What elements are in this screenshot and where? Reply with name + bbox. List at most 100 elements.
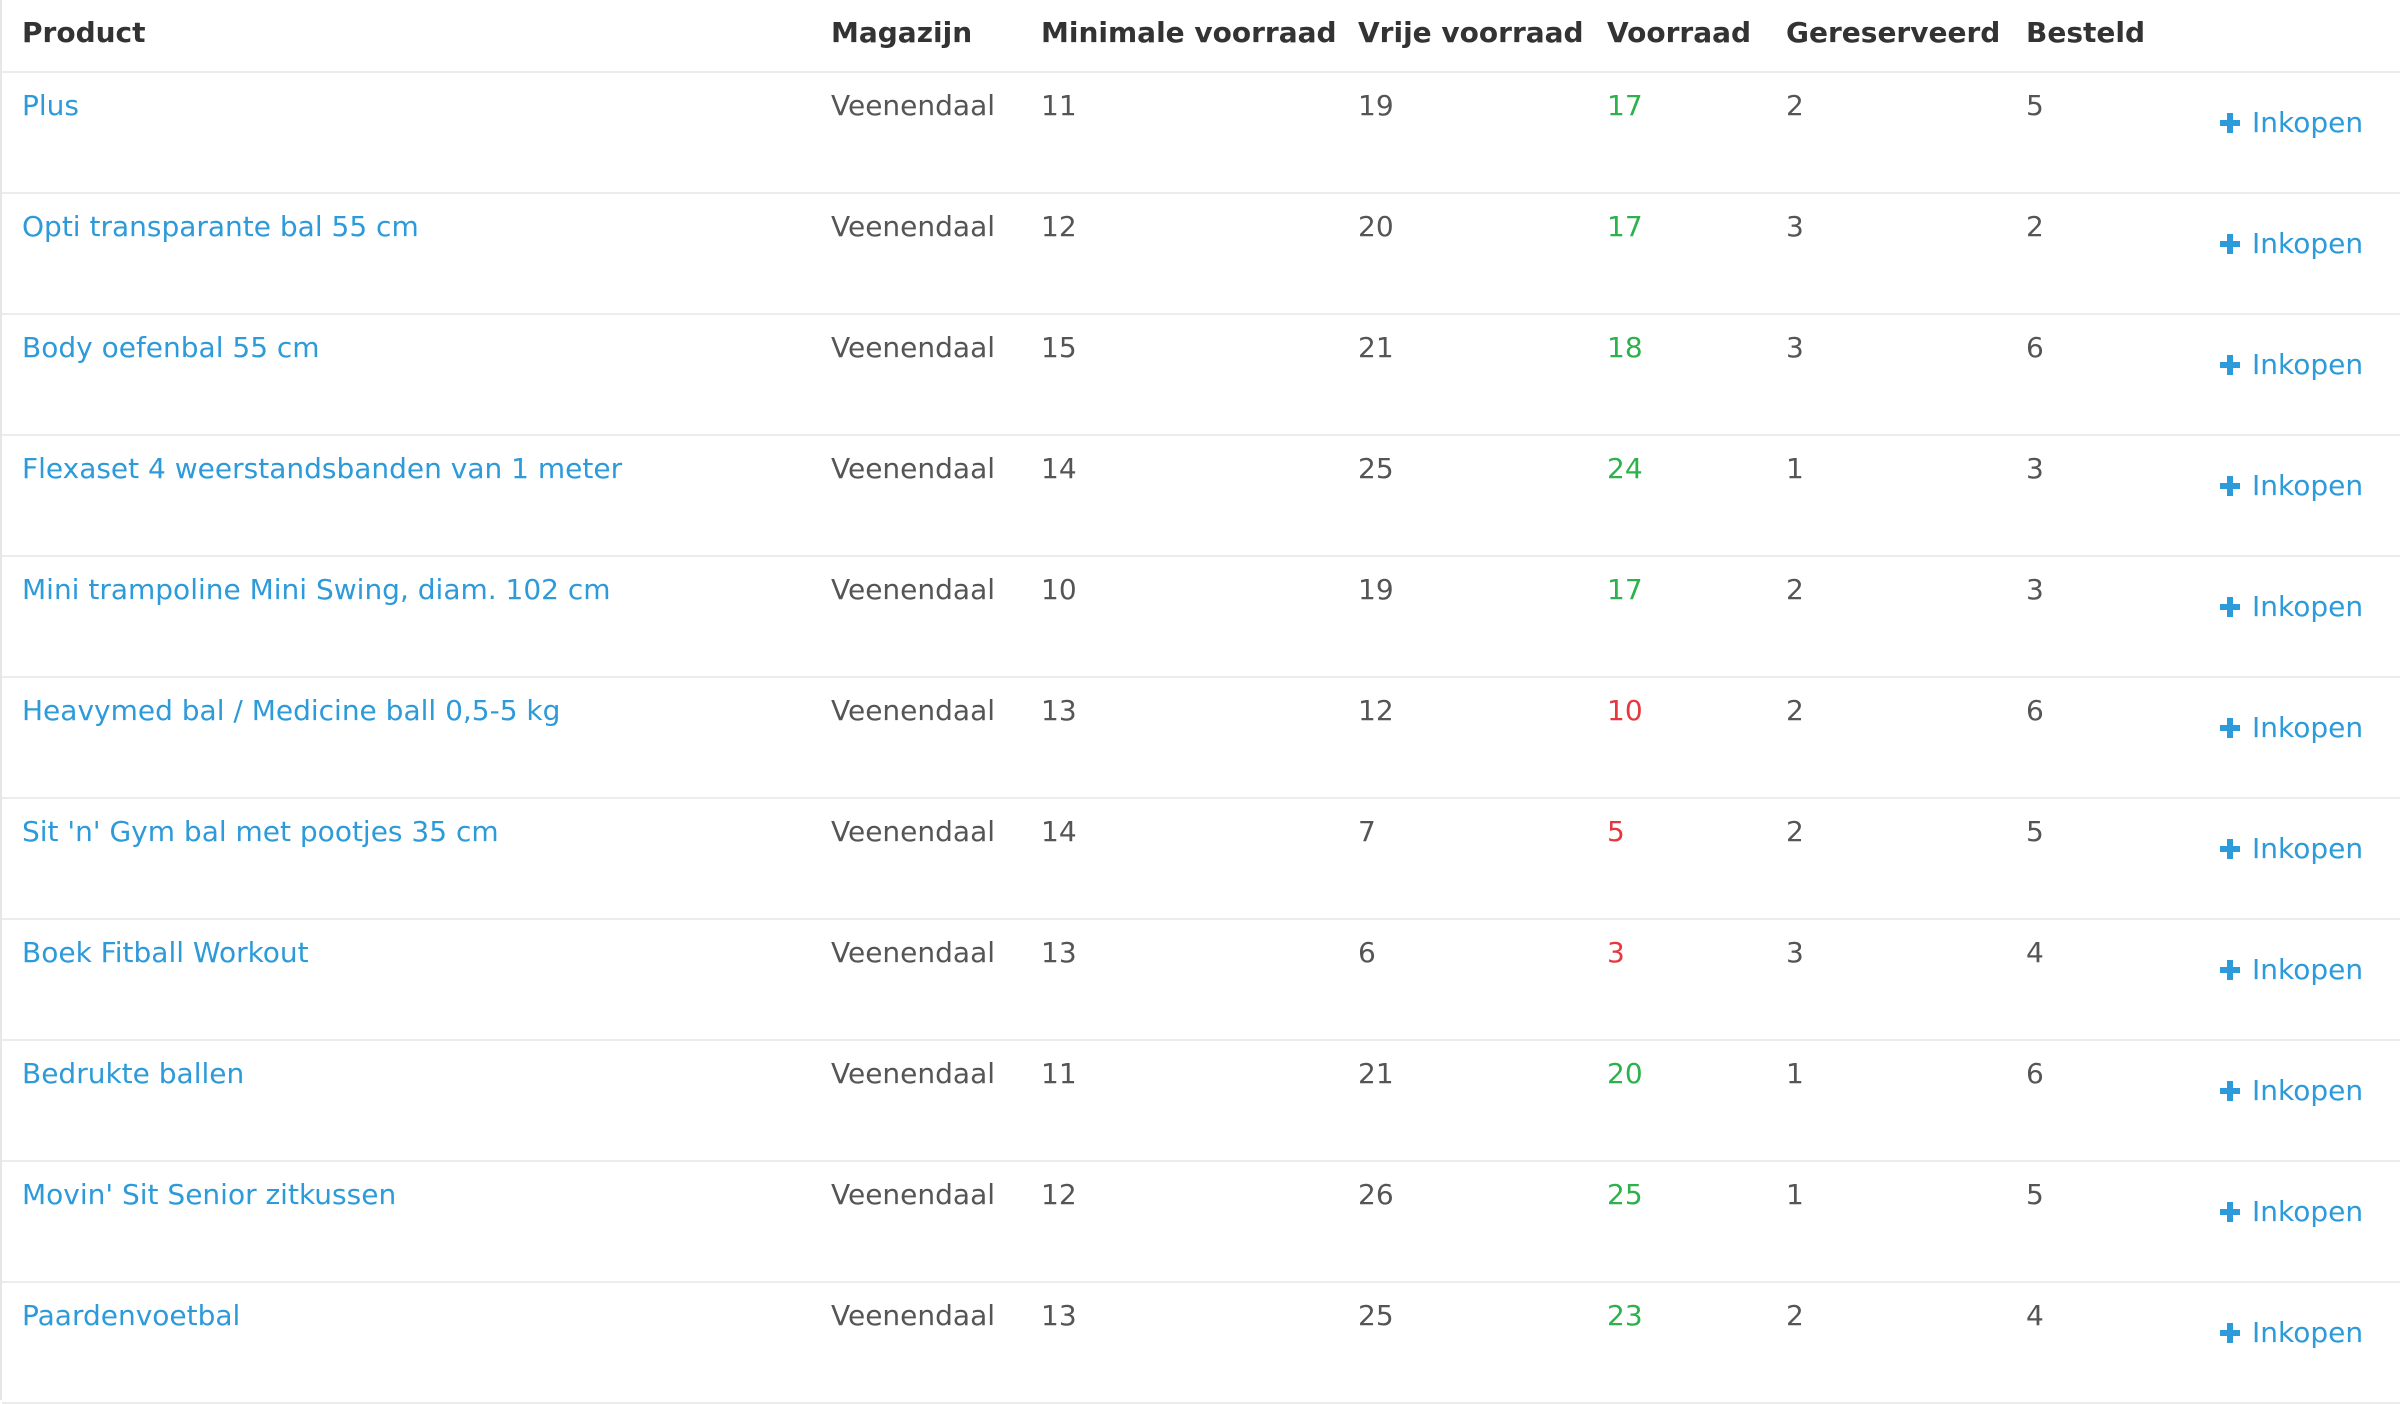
ordered-cell: 6 xyxy=(2026,331,2044,364)
free-stock-cell: 25 xyxy=(1358,452,1394,485)
product-link[interactable]: Opti transparante bal 55 cm xyxy=(22,210,419,244)
reserved-cell: 1 xyxy=(1786,1057,1804,1090)
purchase-button[interactable]: Inkopen xyxy=(2220,832,2363,866)
purchase-button[interactable]: Inkopen xyxy=(2220,711,2363,745)
header-voorraad[interactable]: Voorraad xyxy=(1607,16,1751,50)
plus-icon xyxy=(2220,234,2240,254)
plus-icon xyxy=(2220,1081,2240,1101)
minimum-stock-cell: 12 xyxy=(1041,210,1077,243)
table-row: Opti transparante bal 55 cm Veenendaal 1… xyxy=(2,194,2400,315)
minimum-stock-cell: 10 xyxy=(1041,573,1077,606)
header-vrije-voorraad[interactable]: Vrije voorraad xyxy=(1358,16,1584,50)
ordered-cell: 4 xyxy=(2026,936,2044,969)
ordered-cell: 3 xyxy=(2026,452,2044,485)
table-row: Mini trampoline Mini Swing, diam. 102 cm… xyxy=(2,557,2400,678)
product-link[interactable]: Flexaset 4 weerstandsbanden van 1 meter xyxy=(22,452,622,486)
ordered-cell: 6 xyxy=(2026,694,2044,727)
warehouse-cell: Veenendaal xyxy=(831,936,996,969)
header-magazijn[interactable]: Magazijn xyxy=(831,16,972,50)
table-row: Sit 'n' Gym bal met pootjes 35 cm Veenen… xyxy=(2,799,2400,920)
minimum-stock-cell: 13 xyxy=(1041,936,1077,969)
plus-icon xyxy=(2220,839,2240,859)
free-stock-cell: 26 xyxy=(1358,1178,1394,1211)
minimum-stock-cell: 14 xyxy=(1041,815,1077,848)
product-link[interactable]: Paardenvoetbal xyxy=(22,1299,240,1333)
stock-cell: 25 xyxy=(1607,1178,1643,1211)
reserved-cell: 3 xyxy=(1786,936,1804,969)
minimum-stock-cell: 13 xyxy=(1041,694,1077,727)
table-row: Heavymed bal / Medicine ball 0,5-5 kg Ve… xyxy=(2,678,2400,799)
warehouse-cell: Veenendaal xyxy=(831,1299,996,1332)
minimum-stock-cell: 13 xyxy=(1041,1299,1077,1332)
product-link[interactable]: Sit 'n' Gym bal met pootjes 35 cm xyxy=(22,815,499,849)
plus-icon xyxy=(2220,718,2240,738)
minimum-stock-cell: 14 xyxy=(1041,452,1077,485)
product-link[interactable]: Movin' Sit Senior zitkussen xyxy=(22,1178,396,1212)
purchase-button[interactable]: Inkopen xyxy=(2220,469,2363,503)
product-link[interactable]: Heavymed bal / Medicine ball 0,5-5 kg xyxy=(22,694,560,728)
warehouse-cell: Veenendaal xyxy=(831,210,996,243)
ordered-cell: 6 xyxy=(2026,1057,2044,1090)
ordered-cell: 2 xyxy=(2026,210,2044,243)
reserved-cell: 2 xyxy=(1786,573,1804,606)
reserved-cell: 2 xyxy=(1786,815,1804,848)
plus-icon xyxy=(2220,1202,2240,1222)
stock-cell: 17 xyxy=(1607,573,1643,606)
reserved-cell: 2 xyxy=(1786,694,1804,727)
purchase-button-label: Inkopen xyxy=(2252,590,2364,623)
purchase-button[interactable]: Inkopen xyxy=(2220,1316,2363,1350)
header-gereserveerd[interactable]: Gereserveerd xyxy=(1786,16,2000,50)
purchase-button-label: Inkopen xyxy=(2252,469,2364,502)
purchase-button[interactable]: Inkopen xyxy=(2220,227,2363,261)
product-link[interactable]: Plus xyxy=(22,89,79,123)
product-link[interactable]: Mini trampoline Mini Swing, diam. 102 cm xyxy=(22,573,611,607)
purchase-button-label: Inkopen xyxy=(2252,711,2364,744)
reserved-cell: 3 xyxy=(1786,331,1804,364)
minimum-stock-cell: 11 xyxy=(1041,89,1077,122)
ordered-cell: 3 xyxy=(2026,573,2044,606)
table-row: Flexaset 4 weerstandsbanden van 1 meter … xyxy=(2,436,2400,557)
plus-icon xyxy=(2220,355,2240,375)
product-link[interactable]: Bedrukte ballen xyxy=(22,1057,244,1091)
free-stock-cell: 19 xyxy=(1358,89,1394,122)
minimum-stock-cell: 15 xyxy=(1041,331,1077,364)
warehouse-cell: Veenendaal xyxy=(831,815,996,848)
purchase-button[interactable]: Inkopen xyxy=(2220,348,2363,382)
stock-cell: 10 xyxy=(1607,694,1643,727)
plus-icon xyxy=(2220,113,2240,133)
purchase-button[interactable]: Inkopen xyxy=(2220,590,2363,624)
purchase-button[interactable]: Inkopen xyxy=(2220,1074,2363,1108)
header-minimale-voorraad[interactable]: Minimale voorraad xyxy=(1041,16,1337,50)
table-row: Boek Fitball Workout Veenendaal 13 6 3 3… xyxy=(2,920,2400,1041)
table-row: Movin' Sit Senior zitkussen Veenendaal 1… xyxy=(2,1162,2400,1283)
purchase-button[interactable]: Inkopen xyxy=(2220,1195,2363,1229)
free-stock-cell: 20 xyxy=(1358,210,1394,243)
warehouse-cell: Veenendaal xyxy=(831,694,996,727)
free-stock-cell: 21 xyxy=(1358,331,1394,364)
reserved-cell: 3 xyxy=(1786,210,1804,243)
purchase-button-label: Inkopen xyxy=(2252,832,2364,865)
product-link[interactable]: Boek Fitball Workout xyxy=(22,936,309,970)
stock-cell: 20 xyxy=(1607,1057,1643,1090)
purchase-button-label: Inkopen xyxy=(2252,953,2364,986)
purchase-button[interactable]: Inkopen xyxy=(2220,953,2363,987)
minimum-stock-cell: 12 xyxy=(1041,1178,1077,1211)
purchase-button-label: Inkopen xyxy=(2252,348,2364,381)
table-header-row: Product Magazijn Minimale voorraad Vrije… xyxy=(2,0,2400,73)
free-stock-cell: 19 xyxy=(1358,573,1394,606)
free-stock-cell: 12 xyxy=(1358,694,1394,727)
header-product[interactable]: Product xyxy=(22,16,146,50)
purchase-button[interactable]: Inkopen xyxy=(2220,106,2363,140)
stock-cell: 18 xyxy=(1607,331,1643,364)
warehouse-cell: Veenendaal xyxy=(831,331,996,364)
purchase-button-label: Inkopen xyxy=(2252,1316,2364,1349)
header-besteld[interactable]: Besteld xyxy=(2026,16,2145,50)
product-link[interactable]: Body oefenbal 55 cm xyxy=(22,331,320,365)
warehouse-cell: Veenendaal xyxy=(831,573,996,606)
plus-icon xyxy=(2220,1323,2240,1343)
minimum-stock-cell: 11 xyxy=(1041,1057,1077,1090)
free-stock-cell: 21 xyxy=(1358,1057,1394,1090)
stock-cell: 3 xyxy=(1607,936,1625,969)
table-row: Plus Veenendaal 11 19 17 2 5 Inkopen xyxy=(2,73,2400,194)
ordered-cell: 5 xyxy=(2026,1178,2044,1211)
